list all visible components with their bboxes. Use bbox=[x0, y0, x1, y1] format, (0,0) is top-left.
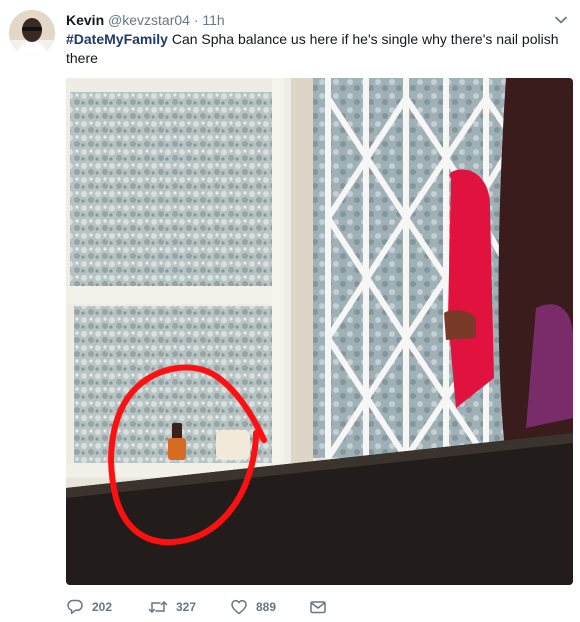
like-button[interactable]: 889 bbox=[230, 597, 276, 617]
tweet-header: Kevin @kevzstar04 · 11h bbox=[66, 11, 225, 29]
chevron-down-icon[interactable] bbox=[553, 12, 569, 28]
envelope-icon bbox=[310, 601, 326, 614]
retweet-button[interactable]: 327 bbox=[148, 597, 196, 617]
reply-icon bbox=[67, 599, 83, 615]
author-name[interactable]: Kevin bbox=[66, 12, 104, 28]
avatar-image bbox=[9, 10, 55, 56]
author-handle[interactable]: @kevzstar04 bbox=[108, 12, 190, 28]
retweet-icon bbox=[148, 601, 168, 613]
reply-count: 202 bbox=[92, 600, 113, 614]
separator-dot: · bbox=[193, 12, 199, 28]
tweet-text: #DateMyFamily Can Spha balance us here i… bbox=[66, 30, 571, 68]
direct-message-button[interactable] bbox=[309, 597, 335, 617]
like-count: 889 bbox=[256, 600, 277, 614]
hashtag-link[interactable]: #DateMyFamily bbox=[66, 31, 168, 47]
retweet-count: 327 bbox=[176, 600, 197, 614]
heart-icon bbox=[231, 599, 247, 615]
photo-window-nail-polish bbox=[66, 78, 573, 585]
tweet[interactable]: Kevin @kevzstar04 · 11h #DateMyFamily Ca… bbox=[0, 0, 580, 622]
tweet-actions: 202 327 889 bbox=[66, 597, 366, 617]
tweet-photo[interactable] bbox=[66, 78, 573, 585]
avatar[interactable] bbox=[9, 10, 55, 56]
tweet-timestamp[interactable]: 11h bbox=[202, 12, 224, 28]
reply-button[interactable]: 202 bbox=[66, 597, 112, 617]
